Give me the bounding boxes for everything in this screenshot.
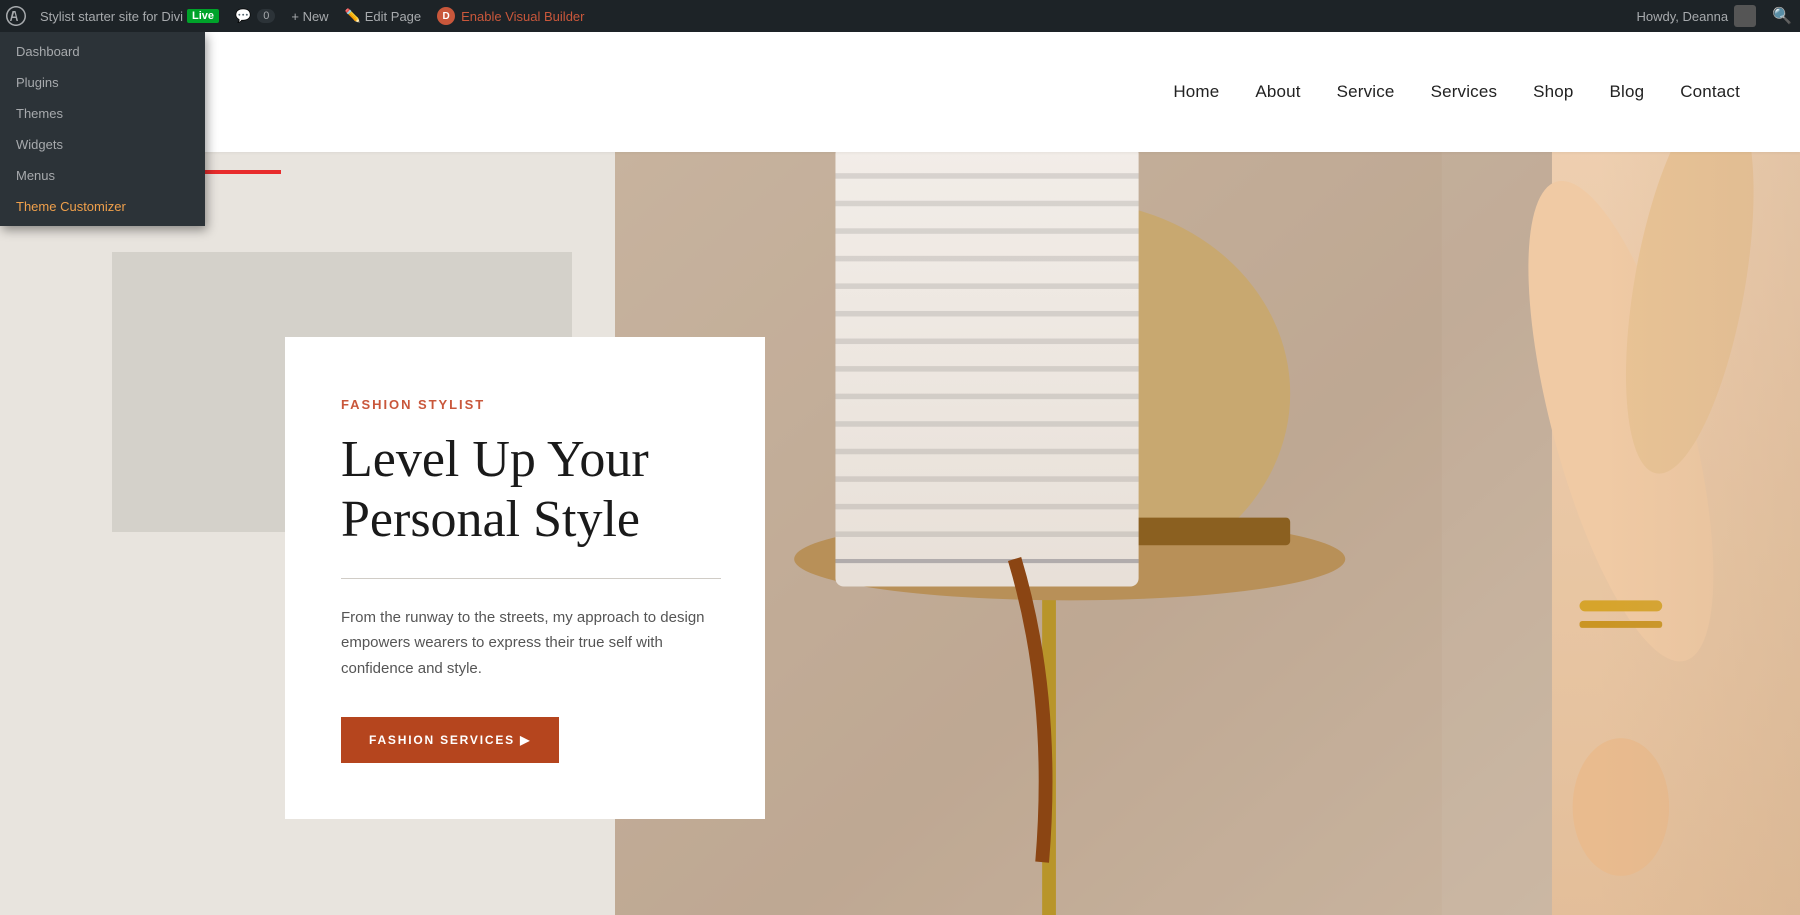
nav-home[interactable]: Home xyxy=(1173,82,1219,102)
divi-icon: D xyxy=(437,7,455,25)
search-icon: 🔍 xyxy=(1772,6,1792,26)
search-icon-item[interactable]: 🔍 xyxy=(1764,6,1800,26)
site-name-item[interactable]: Stylist starter site for Divi Live xyxy=(32,0,227,32)
new-label: + New xyxy=(291,9,328,24)
hero-button[interactable]: FASHION SERVICES ▶ xyxy=(341,717,559,763)
nav-contact[interactable]: Contact xyxy=(1680,82,1740,102)
avatar xyxy=(1734,5,1756,27)
dropdown-menu: Dashboard Plugins Themes Widgets Menus T… xyxy=(0,32,205,226)
comments-item[interactable]: 💬 0 xyxy=(227,0,283,32)
nav-shop[interactable]: Shop xyxy=(1533,82,1573,102)
nav-about[interactable]: About xyxy=(1255,82,1300,102)
main-content: FASHION STYLIST Level Up Your Personal S… xyxy=(0,152,1800,915)
nav-services[interactable]: Services xyxy=(1431,82,1498,102)
hero-image-area xyxy=(615,152,1800,915)
greeting-text: Howdy, Deanna xyxy=(1637,9,1729,24)
site-name-text: Stylist starter site for Divi xyxy=(40,9,183,24)
dropdown-item-menus[interactable]: Menus xyxy=(0,160,205,191)
dropdown-item-widgets[interactable]: Widgets xyxy=(0,129,205,160)
edit-page-item[interactable]: ✏️ Edit Page xyxy=(337,0,430,32)
admin-bar: Stylist starter site for Divi Live 💬 0 +… xyxy=(0,0,1800,32)
admin-bar-right: Howdy, Deanna 🔍 xyxy=(1629,5,1800,27)
site-nav: Home About Service Services Shop Blog Co… xyxy=(1173,82,1740,102)
hero-card: FASHION STYLIST Level Up Your Personal S… xyxy=(285,337,765,819)
dropdown-item-dashboard[interactable]: Dashboard xyxy=(0,36,205,67)
live-badge: Live xyxy=(187,9,219,23)
divi-label: Enable Visual Builder xyxy=(461,9,584,24)
site-header: D Home About Service Services Shop Blog … xyxy=(0,32,1800,152)
divi-item[interactable]: D Enable Visual Builder xyxy=(429,0,592,32)
dropdown-item-themes[interactable]: Themes xyxy=(0,98,205,129)
nav-blog[interactable]: Blog xyxy=(1610,82,1645,102)
hero-overlay xyxy=(1600,152,1800,915)
comment-count: 0 xyxy=(257,9,275,23)
hero-section: FASHION STYLIST Level Up Your Personal S… xyxy=(0,152,1800,915)
wp-logo[interactable] xyxy=(0,0,32,32)
nav-service[interactable]: Service xyxy=(1337,82,1395,102)
hero-category: FASHION STYLIST xyxy=(341,397,709,412)
user-greeting[interactable]: Howdy, Deanna xyxy=(1629,5,1765,27)
hero-title: Level Up Your Personal Style xyxy=(341,430,709,550)
hero-divider xyxy=(341,578,721,579)
hero-description: From the runway to the streets, my appro… xyxy=(341,605,709,682)
dropdown-item-theme-customizer[interactable]: Theme Customizer xyxy=(0,191,205,222)
dropdown-item-plugins[interactable]: Plugins xyxy=(0,67,205,98)
new-item[interactable]: + New xyxy=(283,0,336,32)
edit-page-label: Edit Page xyxy=(365,9,421,24)
